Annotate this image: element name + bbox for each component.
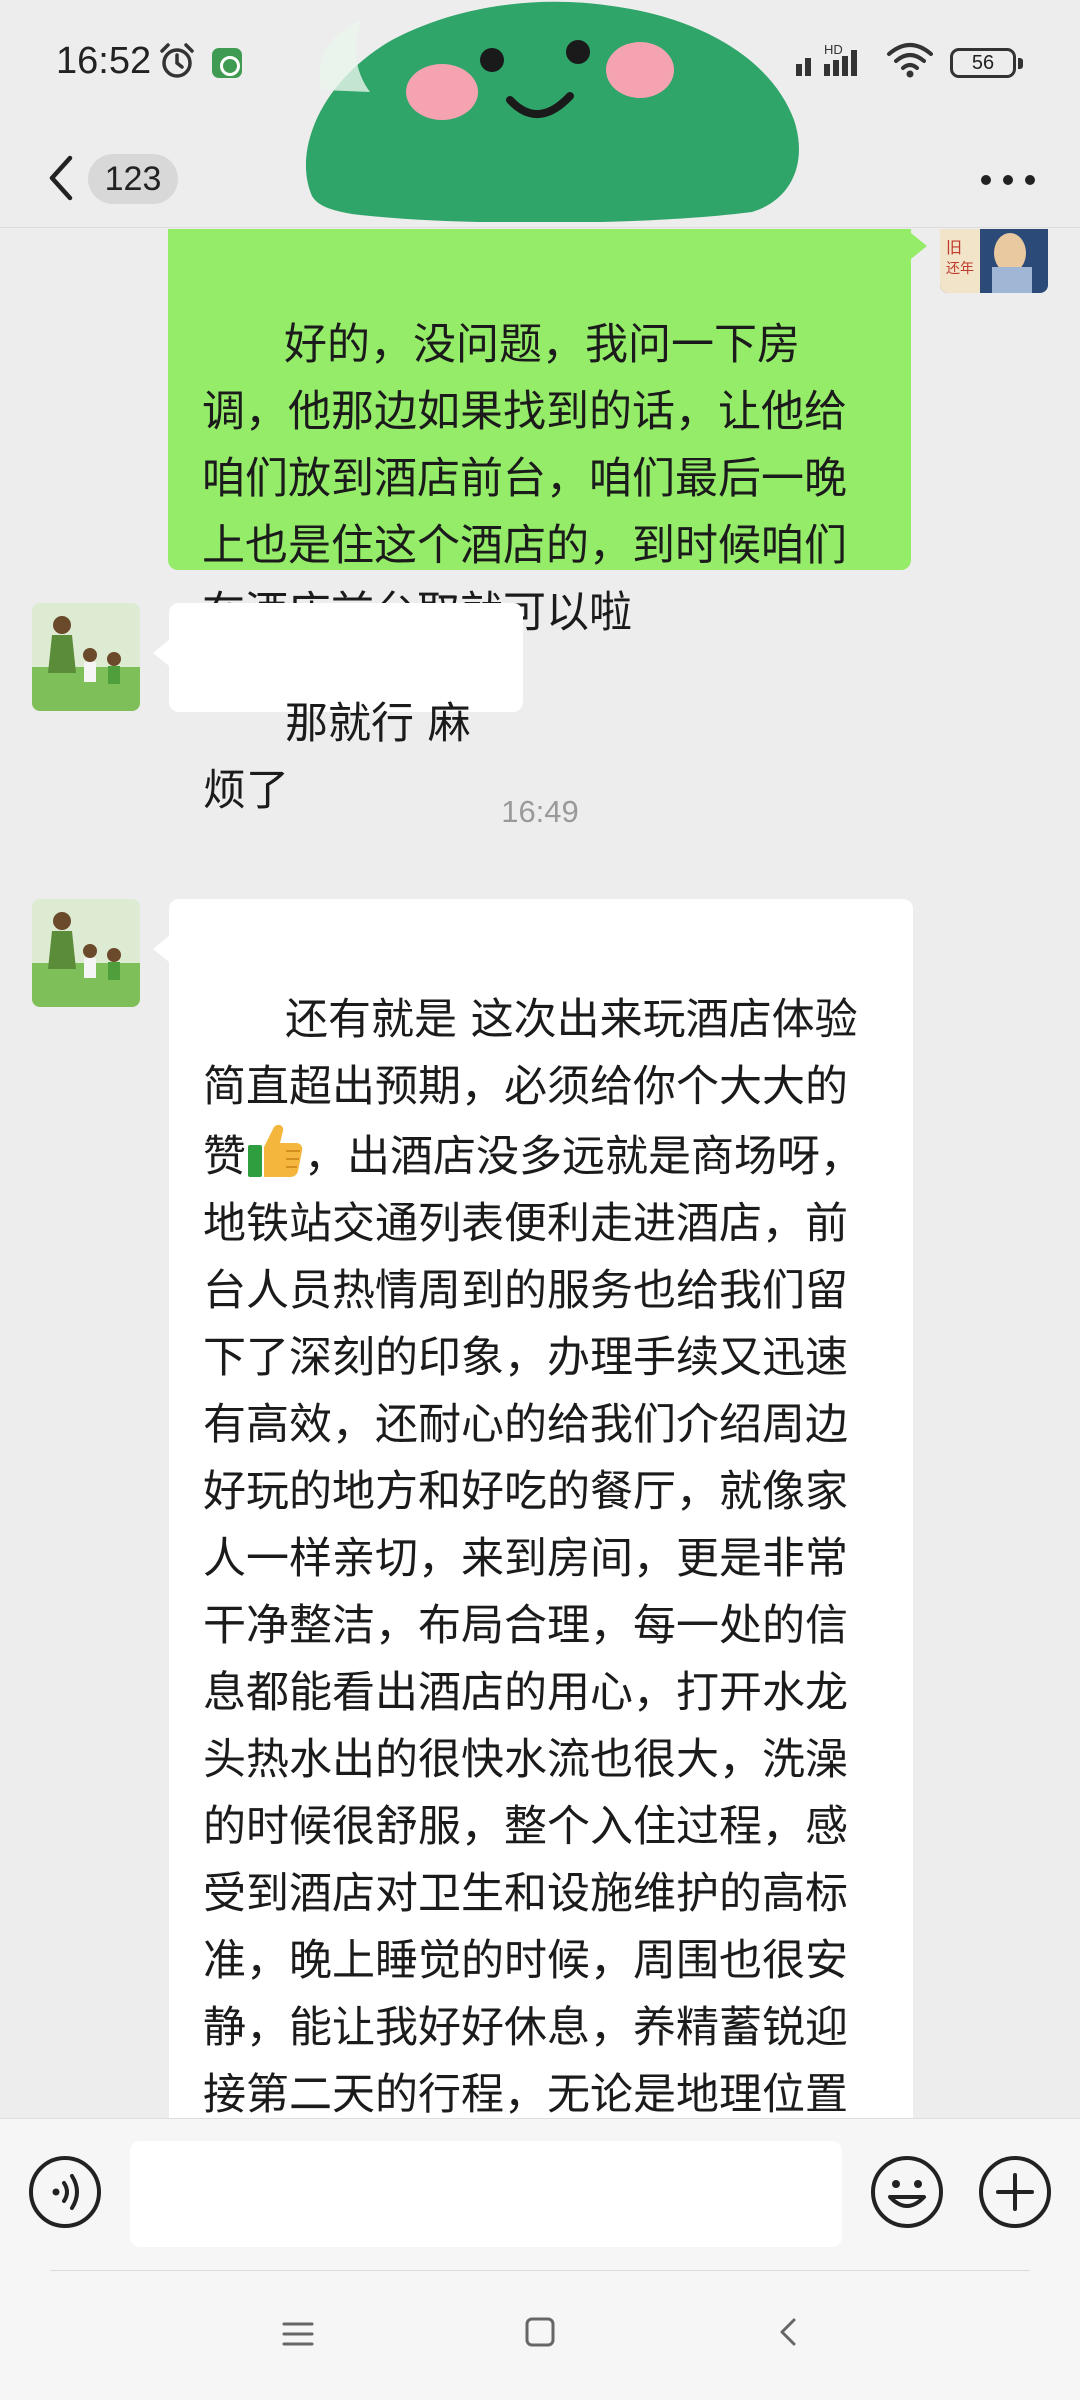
home-icon[interactable] [520, 2312, 560, 2352]
more-options-icon[interactable] [976, 148, 1040, 208]
smiley-sticker [305, 1, 799, 222]
back-icon[interactable] [772, 2312, 806, 2352]
wifi-icon [887, 43, 933, 78]
contact-avatar[interactable] [32, 899, 140, 1007]
battery-indicator: 56 [950, 48, 1023, 78]
app-notification-icon [212, 48, 242, 78]
status-time: 16:52 [56, 40, 152, 82]
emoji-icon[interactable] [870, 2155, 944, 2229]
message-timestamp: 16:49 [501, 794, 579, 829]
message-list: 好的，没问题，我问一下房调，他那边如果找到的话，让他给咱们放到酒店前台，咱们最后… [0, 229, 1080, 2118]
outgoing-message-bubble[interactable]: 好的，没问题，我问一下房调，他那边如果找到的话，让他给咱们放到酒店前台，咱们最后… [168, 229, 911, 638]
chevron-left-icon [49, 155, 73, 201]
svg-text:旧: 旧 [946, 238, 962, 257]
back-button[interactable]: 123 [40, 138, 190, 218]
bubble-tail [153, 640, 169, 666]
alarm-icon [160, 43, 194, 78]
chat-screen: 16:52 HD 56 123 好的，没问题，我问一下房调，他那边如果找到的话，… [0, 0, 1080, 2400]
plus-icon[interactable] [978, 2155, 1052, 2229]
message-input[interactable] [130, 2141, 842, 2247]
incoming-message-bubble[interactable]: 那就行 麻烦了 [169, 603, 523, 816]
thumbs-up-emoji-icon [248, 1124, 303, 1177]
bubble-tail [153, 936, 169, 962]
svg-text:HD: HD [824, 42, 843, 57]
menu-icon[interactable] [278, 2314, 318, 2354]
message-text-continued: ，出酒店没多远就是商场呀，地铁站交通列表便利走进酒店，前台人员热情周到的服务也给… [203, 1132, 863, 2118]
system-nav-bar [0, 2270, 1080, 2400]
voice-input-icon[interactable] [28, 2155, 102, 2229]
message-text: 好的，没问题，我问一下房调，他那边如果找到的话，让他给咱们放到酒店前台，咱们最后… [202, 320, 847, 638]
svg-text:还年: 还年 [946, 261, 974, 277]
contact-avatar[interactable] [32, 603, 140, 711]
my-avatar[interactable]: 旧 还年 [940, 229, 1048, 293]
bubble-tail [911, 233, 927, 259]
incoming-message-bubble[interactable]: 还有就是 这次出来玩酒店体验简直超出预期，必须给你个大大的赞 ，出酒店没多远就是… [169, 899, 913, 2118]
divider [50, 2270, 1030, 2271]
unread-count-badge: 123 [88, 154, 178, 204]
input-bar [0, 2118, 1080, 2270]
